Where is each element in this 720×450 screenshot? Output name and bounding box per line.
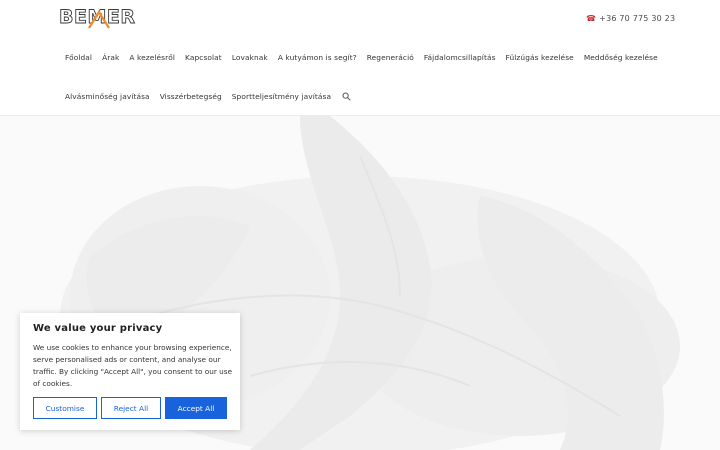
cookie-title: We value your privacy bbox=[33, 323, 163, 334]
cookie-description: We use cookies to enhance your browsing … bbox=[33, 343, 233, 388]
nav-item-meddoseg[interactable]: Meddőség kezelése bbox=[584, 53, 658, 62]
logo-text: BEMER bbox=[59, 6, 135, 28]
site-header: BEMER ☎ +36 70 775 30 23 Főoldal Árak A … bbox=[0, 0, 720, 116]
accept-all-button[interactable]: Accept All bbox=[165, 397, 227, 419]
nav-item-lovaknak[interactable]: Lovaknak bbox=[232, 53, 268, 62]
main-nav-row-2: Alvásminőség javítása Visszérbetegség Sp… bbox=[65, 92, 351, 101]
nav-item-regeneracio[interactable]: Regeneráció bbox=[367, 53, 414, 62]
main-nav-row-1: Főoldal Árak A kezelésről Kapcsolat Lova… bbox=[65, 53, 668, 62]
nav-item-alvasminoseg[interactable]: Alvásminőség javítása bbox=[65, 92, 150, 101]
telephone-icon: ☎ bbox=[586, 13, 597, 23]
phone-number[interactable]: +36 70 775 30 23 bbox=[599, 14, 675, 23]
cookie-consent-banner: We value your privacy We use cookies to … bbox=[20, 313, 240, 430]
nav-item-visszerbetegseg[interactable]: Visszérbetegség bbox=[160, 92, 222, 101]
nav-item-fulzugas[interactable]: Fülzúgás kezelése bbox=[506, 53, 574, 62]
bemer-logo[interactable]: BEMER bbox=[59, 6, 143, 30]
nav-item-sportteljesitmeny[interactable]: Sportteljesítmény javítása bbox=[232, 92, 331, 101]
nav-item-kapcsolat[interactable]: Kapcsolat bbox=[185, 53, 222, 62]
nav-item-a-kezelesrol[interactable]: A kezelésről bbox=[129, 53, 175, 62]
nav-item-fooldal[interactable]: Főoldal bbox=[65, 53, 92, 62]
nav-item-arak[interactable]: Árak bbox=[102, 53, 119, 62]
search-icon[interactable] bbox=[342, 92, 351, 101]
nav-item-kutya[interactable]: A kutyámon is segít? bbox=[278, 53, 357, 62]
nav-item-fajdalomcsillapitas[interactable]: Fájdalomcsillapítás bbox=[424, 53, 496, 62]
phone-contact[interactable]: ☎ +36 70 775 30 23 bbox=[586, 14, 675, 23]
customise-button[interactable]: Customise bbox=[33, 397, 97, 419]
reject-all-button[interactable]: Reject All bbox=[101, 397, 161, 419]
